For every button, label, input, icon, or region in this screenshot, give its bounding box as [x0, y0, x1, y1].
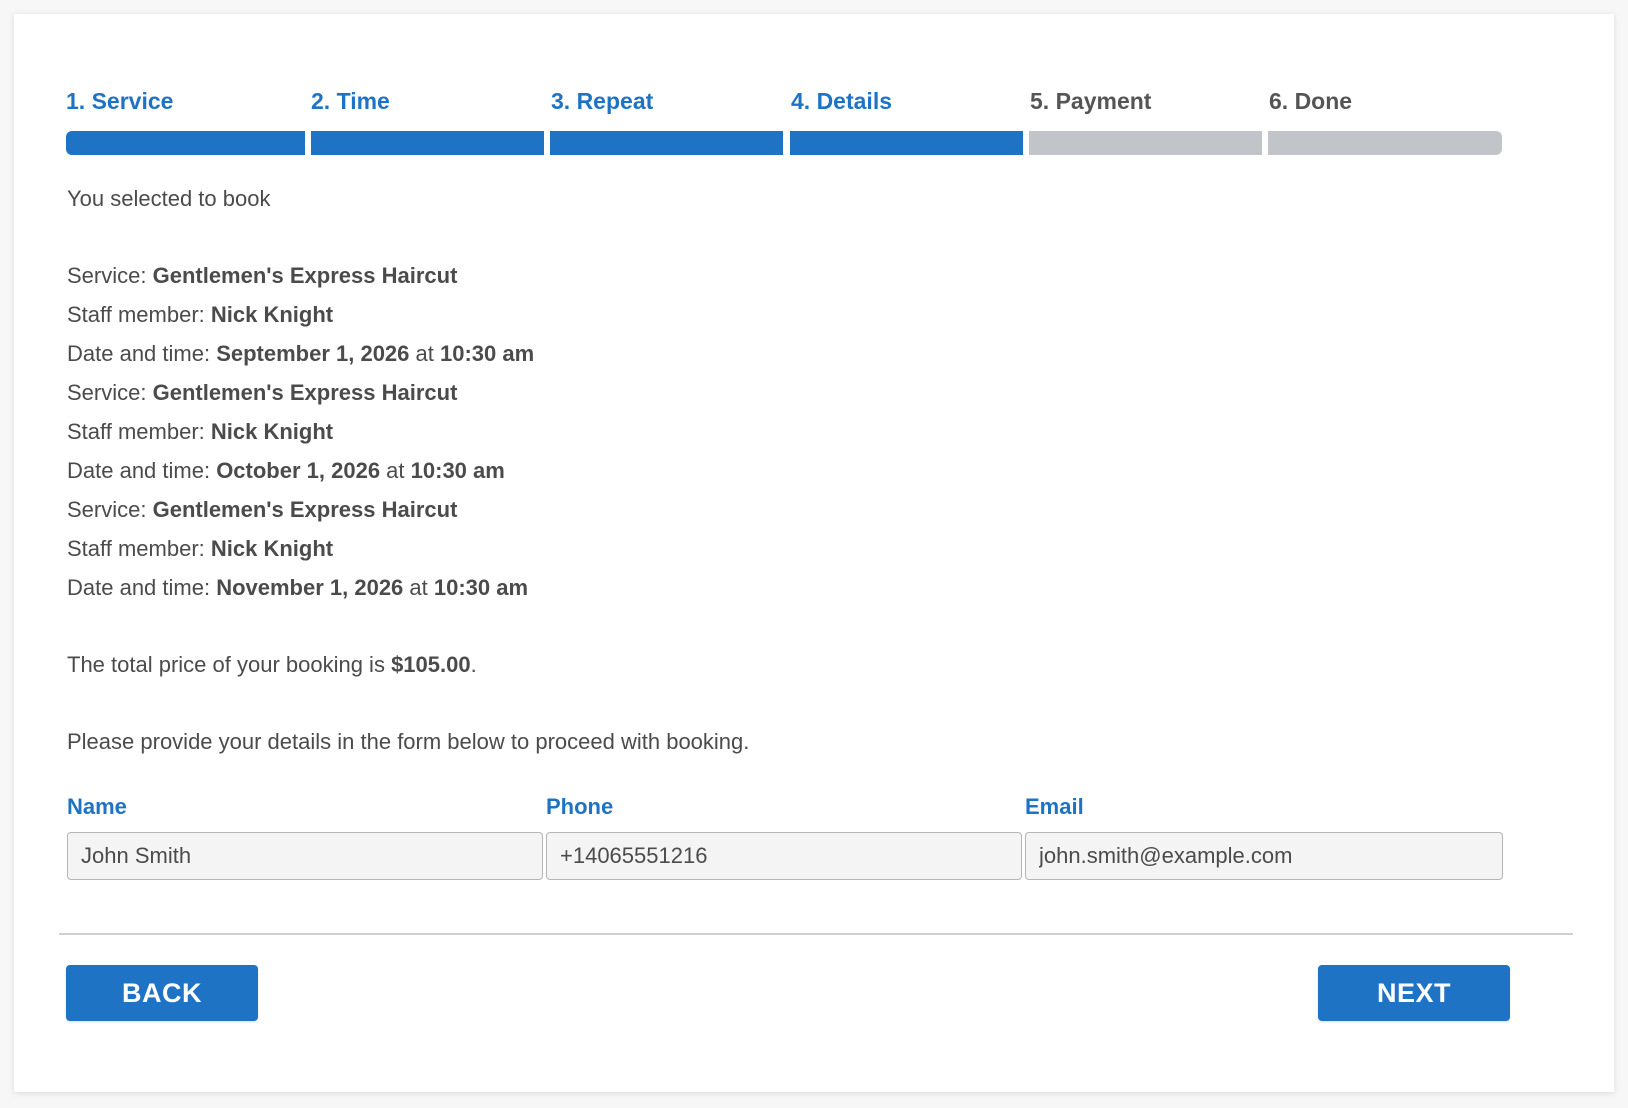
step-service-bar	[66, 131, 305, 155]
step-payment-label: 5. Payment	[1030, 88, 1152, 114]
email-label: Email	[1025, 794, 1084, 819]
step-repeat-bar	[550, 131, 783, 155]
booking-time: 10:30 am	[440, 341, 535, 366]
step-done-bar	[1268, 131, 1502, 155]
email-field-group: Email	[1025, 792, 1503, 880]
progress-steps: 1. Service 2. Time 3. Repeat 4. Details …	[66, 74, 1562, 155]
footer-divider	[59, 933, 1573, 935]
phone-label: Phone	[546, 794, 614, 819]
total-price: $105.00	[391, 652, 471, 677]
step-details-bar	[790, 131, 1023, 155]
booking-time: 10:30 am	[410, 458, 505, 483]
step-time-bar	[311, 131, 544, 155]
step-done-label: 6. Done	[1269, 88, 1353, 114]
phone-input[interactable]	[546, 832, 1022, 880]
booking-card: 1. Service 2. Time 3. Repeat 4. Details …	[14, 14, 1614, 1092]
staff-line: Staff member: Nick Knight	[67, 302, 334, 327]
back-button[interactable]: BACK	[66, 965, 258, 1021]
service-line: Service: Gentlemen's Express Haircut	[67, 497, 458, 522]
staff-line: Staff member: Nick Knight	[67, 419, 334, 444]
booking-date: November 1, 2026	[216, 575, 404, 600]
booking-date: October 1, 2026	[216, 458, 381, 483]
booking-entry: Service: Gentlemen's Express Haircut Sta…	[67, 256, 1567, 373]
total-price-line: The total price of your booking is $105.…	[67, 652, 477, 677]
datetime-line: Date and time: October 1, 2026 at 10:30 …	[67, 458, 505, 483]
name-input[interactable]	[67, 832, 543, 880]
service-name: Gentlemen's Express Haircut	[152, 263, 458, 288]
form-instruction: Please provide your details in the form …	[67, 729, 750, 754]
service-line: Service: Gentlemen's Express Haircut	[67, 263, 458, 288]
phone-field-group: Phone	[546, 792, 1022, 880]
datetime-line: Date and time: November 1, 2026 at 10:30…	[67, 575, 529, 600]
step-service-label[interactable]: 1. Service	[66, 88, 173, 115]
summary-intro: You selected to book	[67, 186, 271, 211]
staff-name: Nick Knight	[210, 536, 334, 561]
booking-entry: Service: Gentlemen's Express Haircut Sta…	[67, 490, 1567, 607]
booking-date: September 1, 2026	[216, 341, 410, 366]
booking-time: 10:30 am	[433, 575, 529, 600]
staff-name: Nick Knight	[210, 302, 334, 327]
datetime-line: Date and time: September 1, 2026 at 10:3…	[67, 341, 535, 366]
step-time-label[interactable]: 2. Time	[311, 88, 390, 115]
service-name: Gentlemen's Express Haircut	[152, 497, 458, 522]
booking-entry: Service: Gentlemen's Express Haircut Sta…	[67, 373, 1567, 490]
email-input[interactable]	[1025, 832, 1503, 880]
next-button[interactable]: NEXT	[1318, 965, 1510, 1021]
service-name: Gentlemen's Express Haircut	[152, 380, 458, 405]
step-repeat-label[interactable]: 3. Repeat	[551, 88, 653, 115]
step-payment-bar	[1029, 131, 1262, 155]
staff-line: Staff member: Nick Knight	[67, 536, 334, 561]
service-line: Service: Gentlemen's Express Haircut	[67, 380, 458, 405]
staff-name: Nick Knight	[210, 419, 334, 444]
name-label: Name	[67, 794, 127, 819]
booking-summary: You selected to book Service: Gentlemen'…	[67, 179, 1567, 761]
step-details-label[interactable]: 4. Details	[791, 88, 892, 115]
name-field-group: Name	[67, 792, 543, 880]
